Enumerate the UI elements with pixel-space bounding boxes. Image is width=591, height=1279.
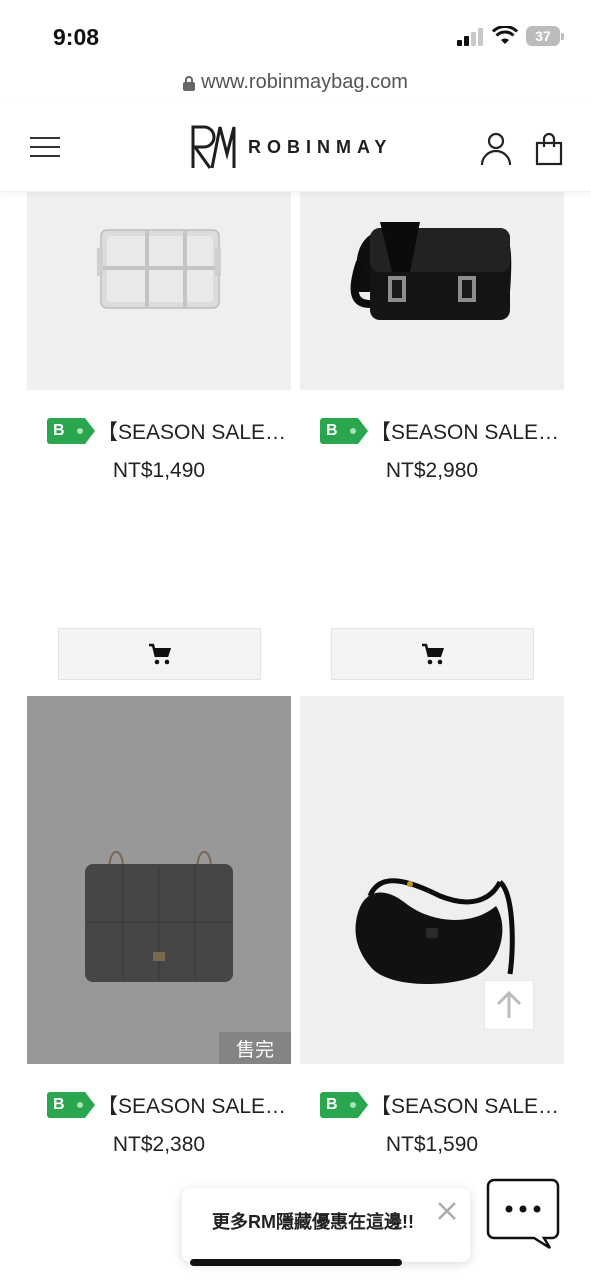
battery-indicator: 37 <box>526 26 564 46</box>
cart-icon <box>421 643 444 665</box>
close-icon[interactable] <box>436 1200 458 1222</box>
add-to-cart-button[interactable] <box>331 628 534 680</box>
promo-popup[interactable]: 更多RM隱藏優惠在這邊!! <box>182 1188 470 1262</box>
url-text: www.robinmaybag.com <box>201 70 408 93</box>
chat-icon[interactable] <box>486 1178 560 1250</box>
brand-badge: B <box>47 418 95 444</box>
silver-bag-icon <box>27 192 291 390</box>
product-title[interactable]: 【SEASON SALE… <box>97 1090 286 1120</box>
shopping-bag-icon[interactable] <box>535 132 563 166</box>
product-image[interactable]: 售完 <box>27 696 291 1064</box>
product-title[interactable]: 【SEASON SALE… <box>370 416 559 446</box>
product-title[interactable]: 【SEASON SALE… <box>370 1090 559 1120</box>
status-time: 9:08 <box>53 24 100 50</box>
logo-mark-icon <box>191 125 236 169</box>
status-bar: 9:08 37 <box>0 0 591 64</box>
product-price: NT$2,980 <box>385 459 479 482</box>
brand-badge: B <box>320 1092 368 1118</box>
brand-logo[interactable]: ROBINMAY <box>190 124 392 170</box>
site-header: ROBINMAY <box>0 102 591 192</box>
brand-badge: B <box>47 1092 95 1118</box>
product-price: NT$1,590 <box>385 1133 479 1156</box>
product-price: NT$1,490 <box>112 459 206 482</box>
black-messenger-bag-icon <box>300 192 564 390</box>
promo-text[interactable]: 更多RM隱藏優惠在這邊!! <box>212 1208 414 1234</box>
arrow-up-icon <box>496 990 522 1018</box>
product-title-row[interactable]: B 【SEASON SALE… <box>320 1090 559 1120</box>
product-title-row[interactable]: B 【SEASON SALE… <box>47 1090 286 1120</box>
signal-icon <box>457 28 485 46</box>
wifi-icon <box>492 26 518 44</box>
menu-icon[interactable] <box>30 135 60 159</box>
product-image[interactable] <box>300 192 564 390</box>
home-indicator <box>190 1259 402 1266</box>
cart-icon <box>148 643 171 665</box>
product-card[interactable]: 售完 <box>27 696 291 1064</box>
lock-icon <box>183 75 196 91</box>
product-card[interactable] <box>27 192 291 390</box>
product-image[interactable] <box>27 192 291 390</box>
product-title[interactable]: 【SEASON SALE… <box>97 416 286 446</box>
product-price: NT$2,380 <box>112 1133 206 1156</box>
user-icon[interactable] <box>480 132 512 166</box>
brand-badge: B <box>320 418 368 444</box>
product-card[interactable] <box>300 192 564 390</box>
back-to-top-button[interactable] <box>484 980 534 1030</box>
product-title-row[interactable]: B 【SEASON SALE… <box>320 416 559 446</box>
product-title-row[interactable]: B 【SEASON SALE… <box>47 416 286 446</box>
brand-name: ROBINMAY <box>248 136 393 157</box>
add-to-cart-button[interactable] <box>58 628 261 680</box>
url-bar[interactable]: www.robinmaybag.com <box>0 64 591 100</box>
sold-out-label: 售完 <box>219 1032 291 1064</box>
sold-out-overlay <box>27 696 291 1064</box>
